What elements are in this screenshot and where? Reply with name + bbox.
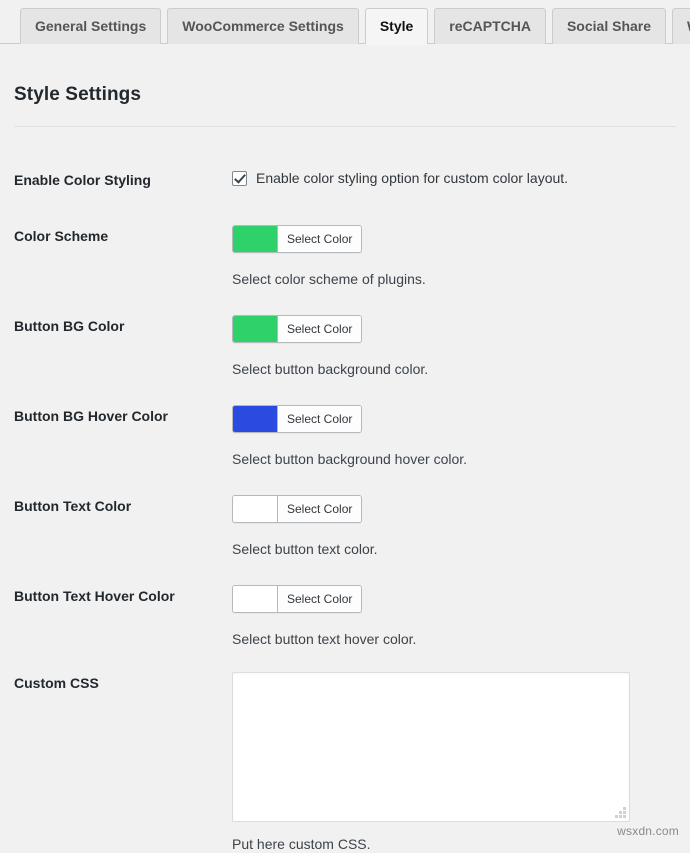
- button-text-color-select-color-label: Select Color: [278, 496, 361, 522]
- button-bg-color-description: Select button background color.: [232, 360, 676, 378]
- row-label-button-bg-color: Button BG Color: [14, 315, 232, 335]
- button-bg-color-picker-button[interactable]: Select Color: [232, 315, 362, 343]
- row-color-scheme: Color Scheme Select Color Select color s…: [14, 189, 676, 288]
- button-text-color-description: Select button text color.: [232, 540, 676, 558]
- tab-recaptcha[interactable]: reCAPTCHA: [434, 8, 546, 44]
- color-scheme-swatch[interactable]: [233, 226, 278, 252]
- button-bg-color-swatch[interactable]: [233, 316, 278, 342]
- row-label-button-bg-hover-color: Button BG Hover Color: [14, 405, 232, 425]
- row-field-button-bg-color: Select Color Select button background co…: [232, 315, 676, 378]
- custom-css-textarea[interactable]: [232, 672, 630, 822]
- tab-style[interactable]: Style: [365, 8, 428, 44]
- row-button-text-hover-color: Button Text Hover Color Select Color Sel…: [14, 558, 676, 648]
- enable-color-styling-checkbox[interactable]: [232, 171, 247, 186]
- color-scheme-description: Select color scheme of plugins.: [232, 270, 676, 288]
- row-field-color-scheme: Select Color Select color scheme of plug…: [232, 225, 676, 288]
- button-bg-hover-color-select-color-label: Select Color: [278, 406, 361, 432]
- row-field-button-text-hover-color: Select Color Select button text hover co…: [232, 585, 676, 648]
- color-scheme-picker-button[interactable]: Select Color: [232, 225, 362, 253]
- button-text-hover-color-description: Select button text hover color.: [232, 630, 676, 648]
- row-enable-color-styling: Enable Color Styling Enable color stylin…: [14, 127, 676, 189]
- tab-wallet[interactable]: Wallet: [672, 8, 690, 44]
- tab-woocommerce-settings[interactable]: WooCommerce Settings: [167, 8, 359, 44]
- site-watermark: wsxdn.com: [617, 824, 679, 838]
- row-button-bg-hover-color: Button BG Hover Color Select Color Selec…: [14, 378, 676, 468]
- tab-social-share[interactable]: Social Share: [552, 8, 666, 44]
- button-text-color-picker-button[interactable]: Select Color: [232, 495, 362, 523]
- row-field-button-text-color: Select Color Select button text color.: [232, 495, 676, 558]
- row-label-custom-css: Custom CSS: [14, 672, 232, 692]
- resize-handle-icon[interactable]: [615, 807, 626, 818]
- style-settings-form: Enable Color Styling Enable color stylin…: [0, 127, 690, 853]
- row-label-button-text-hover-color: Button Text Hover Color: [14, 585, 232, 605]
- button-bg-hover-color-description: Select button background hover color.: [232, 450, 676, 468]
- row-button-bg-color: Button BG Color Select Color Select butt…: [14, 288, 676, 378]
- button-text-hover-color-select-color-label: Select Color: [278, 586, 361, 612]
- row-label-color-scheme: Color Scheme: [14, 225, 232, 245]
- enable-color-styling-checkbox-label: Enable color styling option for custom c…: [256, 169, 568, 187]
- button-bg-color-select-color-label: Select Color: [278, 316, 361, 342]
- color-scheme-select-color-label: Select Color: [278, 226, 361, 252]
- settings-tab-bar: General Settings WooCommerce Settings St…: [0, 0, 690, 44]
- button-bg-hover-color-swatch[interactable]: [233, 406, 278, 432]
- tab-general-settings[interactable]: General Settings: [20, 8, 161, 44]
- row-field-enable-color-styling: Enable color styling option for custom c…: [232, 169, 676, 187]
- row-field-custom-css: Put here custom CSS.: [232, 672, 676, 853]
- button-text-hover-color-swatch[interactable]: [233, 586, 278, 612]
- button-text-hover-color-picker-button[interactable]: Select Color: [232, 585, 362, 613]
- button-text-color-swatch[interactable]: [233, 496, 278, 522]
- custom-css-description: Put here custom CSS.: [232, 835, 676, 853]
- button-bg-hover-color-picker-button[interactable]: Select Color: [232, 405, 362, 433]
- row-custom-css: Custom CSS Put here custom CSS.: [14, 648, 676, 853]
- row-field-button-bg-hover-color: Select Color Select button background ho…: [232, 405, 676, 468]
- row-button-text-color: Button Text Color Select Color Select bu…: [14, 468, 676, 558]
- row-label-enable-color-styling: Enable Color Styling: [14, 169, 232, 189]
- page-title: Style Settings: [0, 44, 690, 106]
- row-label-button-text-color: Button Text Color: [14, 495, 232, 515]
- enable-color-styling-checkbox-row[interactable]: Enable color styling option for custom c…: [232, 169, 676, 187]
